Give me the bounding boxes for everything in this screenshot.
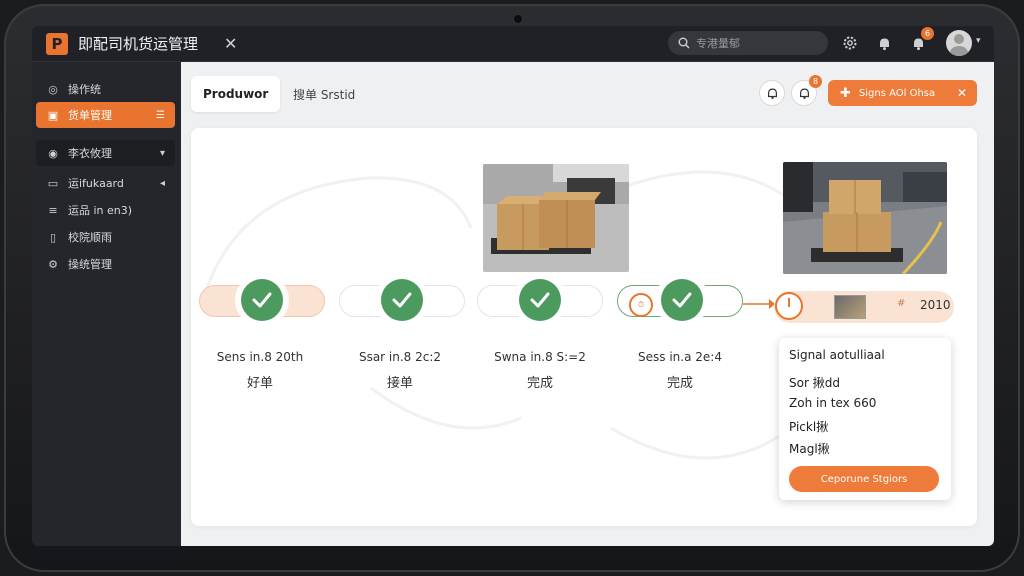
popup-row: Pickl揪: [789, 420, 829, 434]
step-2-date: Ssar in.8 2c:2: [358, 350, 442, 364]
tab-production[interactable]: Produwor: [191, 76, 281, 112]
popup-row: Sor 揪dd: [789, 376, 840, 390]
alert-button[interactable]: 8: [791, 75, 822, 106]
cargo-photo-pallet: [483, 164, 629, 272]
bell-button[interactable]: [759, 80, 785, 106]
alert-badge: 8: [809, 75, 822, 88]
chevron-left-icon: ◂: [159, 177, 165, 189]
signature-popup: Signal aotulliaal Sor 揪dd Zoh in tex 660…: [779, 338, 951, 500]
list-icon: ≡: [48, 203, 58, 217]
target-icon: ◉: [48, 146, 58, 160]
alerts-button[interactable]: 6: [908, 27, 934, 53]
clipboard-icon: ▣: [47, 108, 59, 122]
app-logo: P: [46, 33, 68, 55]
step-4-status: 完成: [666, 376, 693, 391]
checkmark-icon: [381, 279, 423, 321]
popup-row: Magl揪: [789, 442, 830, 456]
step-3-date: Swna in.8 S:=2: [494, 350, 586, 364]
sidebar-item-label: 操作统: [68, 83, 101, 96]
search-icon: [678, 37, 690, 49]
search-bar[interactable]: [668, 31, 828, 55]
main-panel: Produwor 搜单 Srstid 8 ✚ Signs AOl Ohsa ✕: [181, 62, 994, 546]
chevron-down-icon: ▾: [159, 147, 165, 159]
final-step-mark: #: [897, 298, 906, 309]
step-1-date: Sens in.8 20th: [216, 350, 304, 364]
document-icon: ▯: [49, 230, 57, 244]
sidebar-item-records[interactable]: ▯ 校院顺雨: [36, 224, 175, 250]
sidebar: ◎ 操作统 ▣ 货单管理 ☰ ◉ 李衣攸理 ▾ ▭ 运ifukaard ◂ ≡ …: [32, 62, 181, 546]
clock-icon: [775, 292, 803, 320]
sidebar-item-settings[interactable]: ⚙ 操统管理: [36, 251, 175, 277]
warehouse-photo: [783, 162, 947, 274]
close-icon[interactable]: ✕: [957, 86, 967, 100]
top-bar: P 即配司机货运管理 ✕ 6 ▾: [32, 26, 994, 62]
app-title: 即配司机货运管理: [78, 35, 199, 53]
user-avatar[interactable]: [946, 30, 972, 56]
chevron-down-icon[interactable]: ▾: [976, 36, 981, 46]
bell-icon: [767, 88, 777, 99]
sign-action-button[interactable]: ✚ Signs AOl Ohsa ✕: [828, 80, 977, 106]
notifications-button[interactable]: [874, 33, 894, 53]
sidebar-item-label: 李衣攸理: [68, 147, 112, 160]
connector-arrow: [743, 299, 775, 309]
bell-icon: [879, 38, 889, 50]
close-tab-button[interactable]: ✕: [224, 33, 237, 55]
popup-title: Signal aotulliaal: [789, 348, 885, 362]
sidebar-item-group[interactable]: ◉ 李衣攸理 ▾: [36, 140, 175, 166]
gear-icon: ⚙: [48, 257, 58, 271]
final-step-thumbnail: [834, 295, 866, 319]
step-4-date: Sess in.a 2e:4: [638, 350, 722, 364]
sidebar-item-label: 校院顺雨: [68, 231, 112, 244]
sidebar-item-products[interactable]: ≡ 运品 in en3): [36, 197, 175, 223]
step-3-status: 完成: [526, 376, 553, 391]
popup-row: Zoh in tex 660: [789, 396, 877, 410]
confirm-signature-button[interactable]: Ceporune Stgiors: [789, 466, 939, 492]
timer-icon: ⏱: [629, 293, 653, 317]
sign-action-label: Signs AOl Ohsa: [858, 87, 936, 99]
step-2-status: 接单: [386, 376, 413, 391]
sidebar-item-dashboard[interactable]: ◎ 操作统: [36, 76, 175, 102]
plus-icon: ✚: [840, 85, 851, 101]
home-icon: ◎: [48, 82, 58, 96]
folder-icon: ▭: [47, 176, 59, 190]
app-window: P 即配司机货运管理 ✕ 6 ▾ ◎ 操作统 ▣ 货单管理 ☰: [32, 26, 994, 546]
notification-badge: 6: [921, 27, 934, 40]
tab-search-orders[interactable]: 搜单 Srstid: [281, 76, 367, 112]
sidebar-item-orders[interactable]: ▣ 货单管理 ☰: [36, 102, 175, 128]
shipment-progress-card: ⏱ Sens in.8 20th 好单 Ssar in.8 2c:2 接单 Sw…: [191, 128, 977, 526]
checkmark-icon: [661, 279, 703, 321]
menu-lines-icon: ☰: [156, 109, 165, 121]
bell-icon: [799, 88, 809, 99]
camera-dot: [514, 15, 522, 23]
sidebar-item-label: 货单管理: [68, 109, 112, 122]
final-step-year: 2010: [920, 298, 951, 312]
checkmark-icon: [519, 279, 561, 321]
checkmark-icon: [241, 279, 283, 321]
gear-icon: [843, 36, 857, 50]
sidebar-item-label: 操统管理: [68, 258, 112, 271]
sidebar-item-label: 运ifukaard: [68, 177, 124, 190]
search-input[interactable]: [696, 36, 816, 50]
sidebar-item-freight[interactable]: ▭ 运ifukaard ◂: [36, 170, 175, 196]
settings-button[interactable]: [840, 33, 860, 53]
step-1-status: 好单: [246, 376, 273, 391]
sidebar-item-label: 运品 in en3): [68, 204, 133, 217]
